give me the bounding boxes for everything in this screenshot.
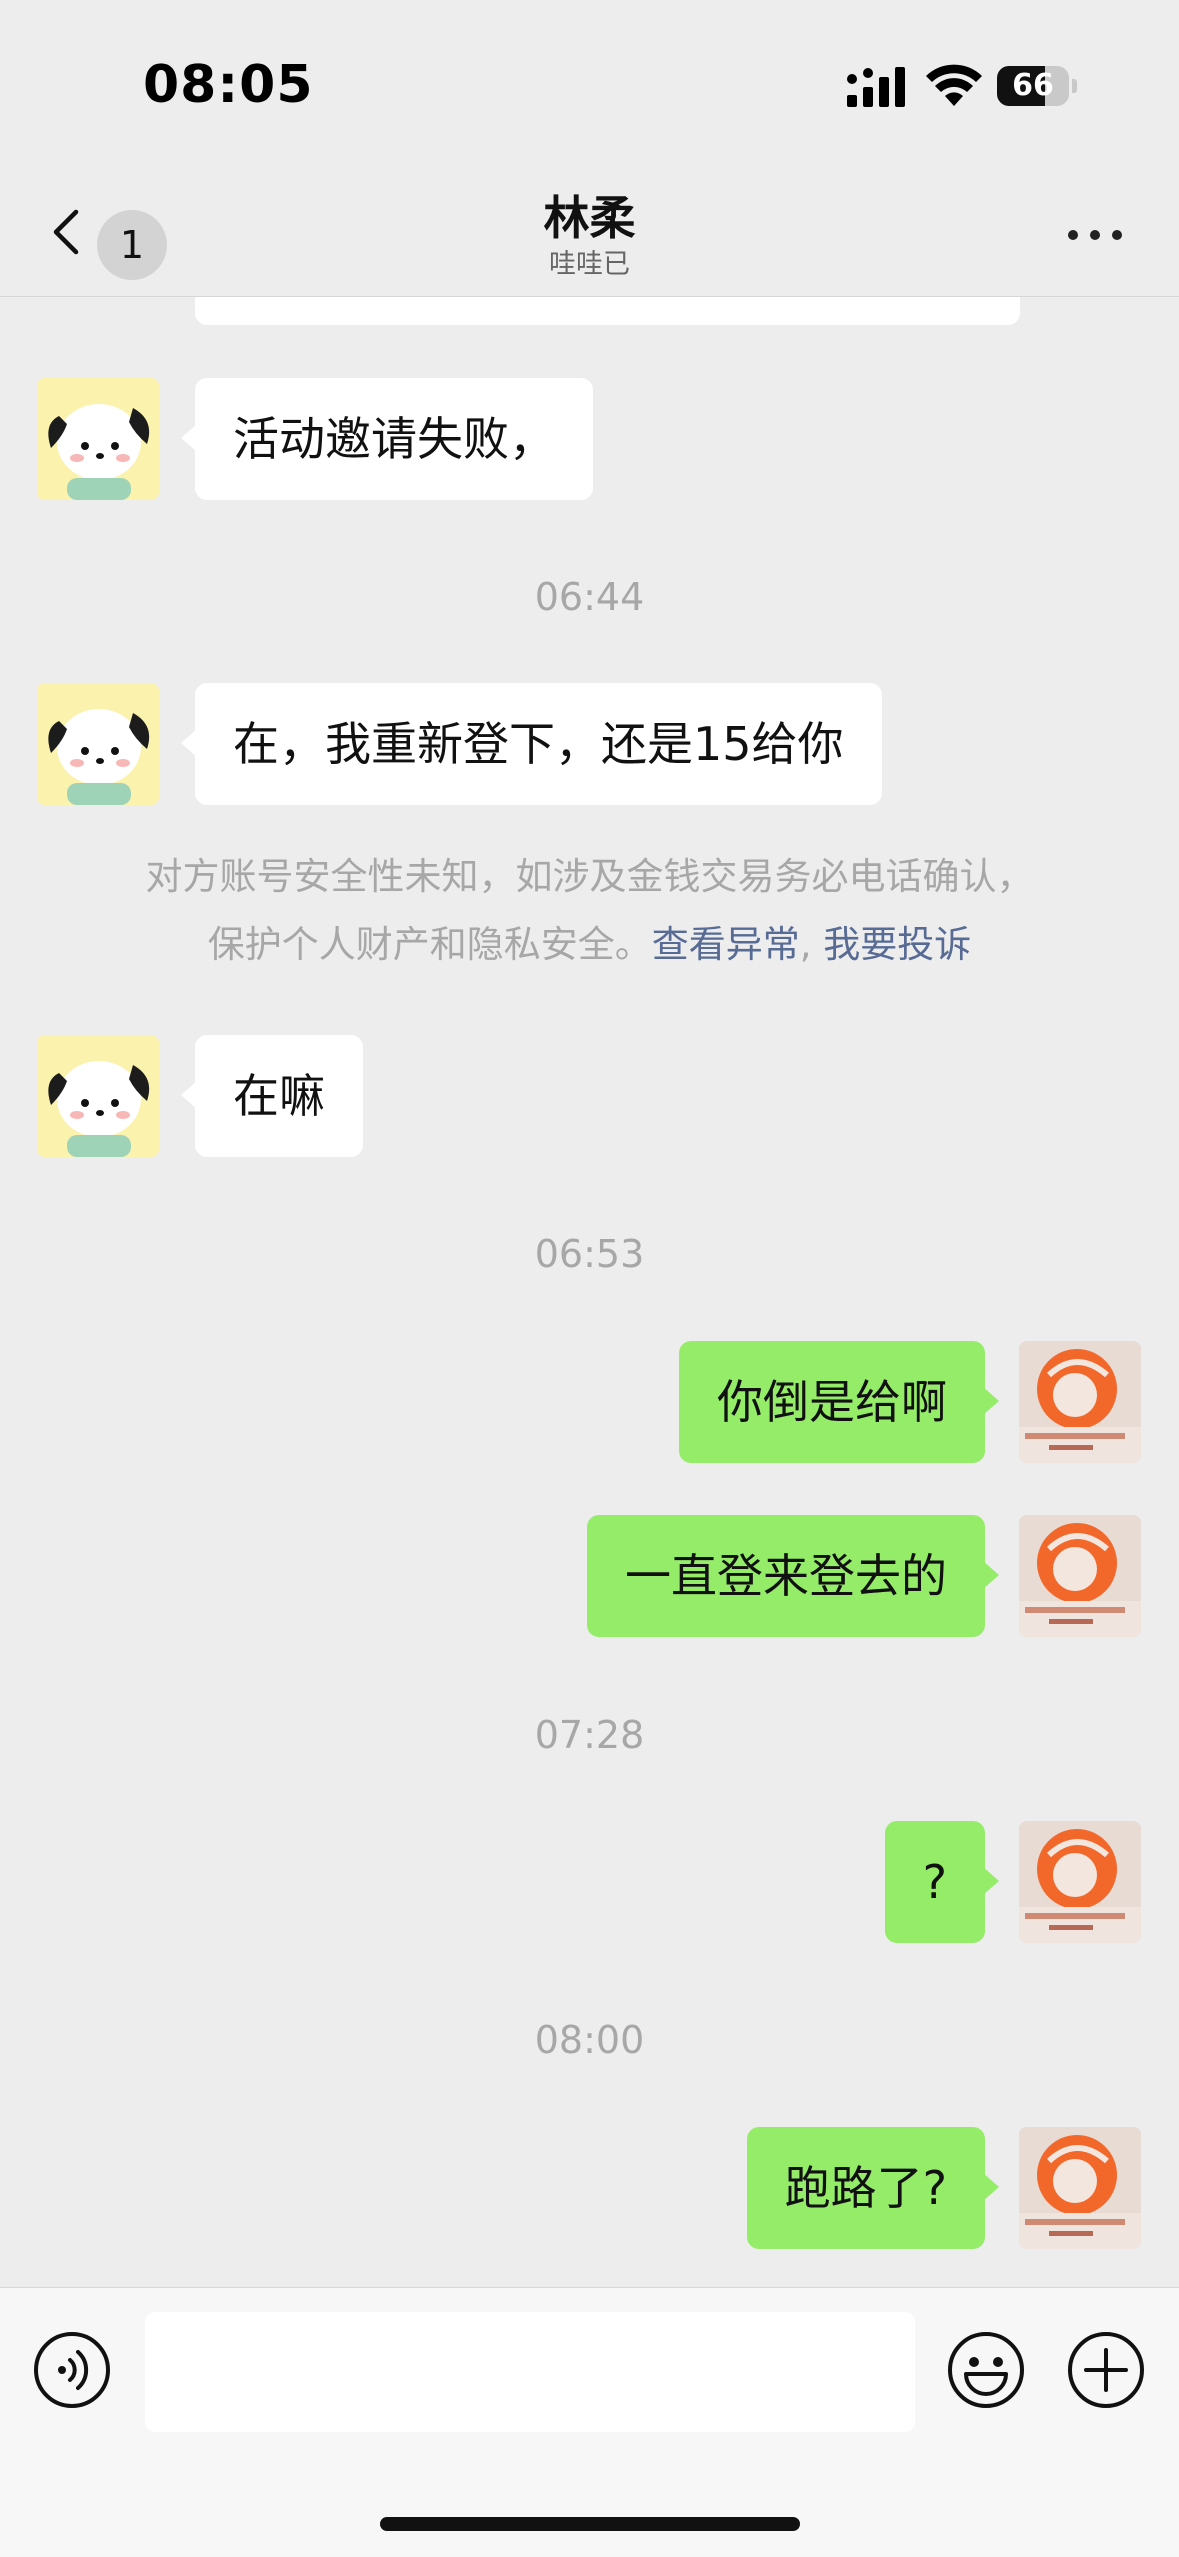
contact-avatar[interactable]	[37, 378, 159, 500]
view-anomaly-link[interactable]: 查看异常	[652, 923, 800, 966]
message-bubble-outgoing[interactable]: 一直登来登去的	[587, 1515, 999, 1637]
input-bar	[0, 2287, 1179, 2557]
tea-cup-avatar-icon	[1019, 1515, 1141, 1637]
user-avatar[interactable]	[1019, 2127, 1141, 2249]
chat-header: 1 林柔 哇哇已	[0, 170, 1179, 297]
message-bubble-outgoing[interactable]: ?	[884, 1821, 1000, 1943]
status-bar: 08:05 66	[0, 0, 1179, 170]
notice-text: 保护个人财产和隐私安全。	[207, 923, 652, 966]
dog-avatar-icon	[37, 378, 159, 500]
report-link[interactable]: 我要投诉	[823, 923, 971, 966]
message-bubble-incoming[interactable]: 在嘛	[181, 1035, 363, 1157]
chat-title: 林柔	[543, 191, 636, 245]
message-bubble-incoming[interactable]: 在，我重新登下，还是15给你	[181, 683, 882, 805]
more-dots-icon	[1068, 230, 1078, 240]
wifi-icon	[926, 64, 982, 106]
contact-avatar[interactable]	[37, 1035, 159, 1157]
notice-line-1: 对方账号安全性未知，如涉及金钱交易务必电话确认，	[145, 855, 1034, 898]
message-bubble-outgoing[interactable]: 跑路了?	[746, 2127, 1000, 2249]
tea-cup-avatar-icon	[1019, 2127, 1141, 2249]
status-time: 08:05	[143, 55, 314, 115]
more-options-button[interactable]	[1060, 210, 1130, 260]
message-bubble-incoming[interactable]: 活动邀请失败，	[181, 378, 593, 500]
notice-separator: ,	[799, 923, 824, 966]
message-bubble-outgoing[interactable]: 你倒是给啊	[679, 1341, 999, 1463]
dog-avatar-icon	[37, 683, 159, 805]
notice-line-2: 保护个人财产和隐私安全。查看异常, 我要投诉	[60, 911, 1119, 979]
emoji-icon[interactable]	[946, 2330, 1026, 2410]
dog-avatar-icon	[37, 1035, 159, 1157]
message-timestamp: 08:00	[534, 2018, 645, 2062]
tea-cup-avatar-icon	[1019, 1341, 1141, 1463]
message-timestamp: 06:53	[534, 1232, 645, 1276]
tea-cup-avatar-icon	[1019, 1821, 1141, 1943]
message-timestamp: 07:28	[534, 1713, 645, 1757]
home-indicator[interactable]	[380, 2517, 800, 2531]
user-avatar[interactable]	[1019, 1515, 1141, 1637]
contact-avatar[interactable]	[37, 683, 159, 805]
user-avatar[interactable]	[1019, 1341, 1141, 1463]
message-list[interactable]: 活动邀请失败， 06:44 在，我重新登下，还是15给你 对方账号安全性未知，如…	[0, 297, 1179, 2287]
message-input[interactable]	[145, 2312, 915, 2432]
message-bubble-partial	[195, 297, 1020, 325]
voice-input-icon[interactable]	[32, 2330, 112, 2410]
battery-level-text: 66	[1012, 68, 1054, 103]
cellular-signal-icon	[847, 67, 905, 107]
plus-icon[interactable]	[1066, 2330, 1146, 2410]
user-avatar[interactable]	[1019, 1821, 1141, 1943]
security-notice: 对方账号安全性未知，如涉及金钱交易务必电话确认， 保护个人财产和隐私安全。查看异…	[60, 843, 1119, 979]
battery-indicator: 66	[997, 66, 1077, 106]
chat-subtitle: 哇哇已	[549, 249, 630, 280]
message-timestamp: 06:44	[534, 575, 645, 619]
